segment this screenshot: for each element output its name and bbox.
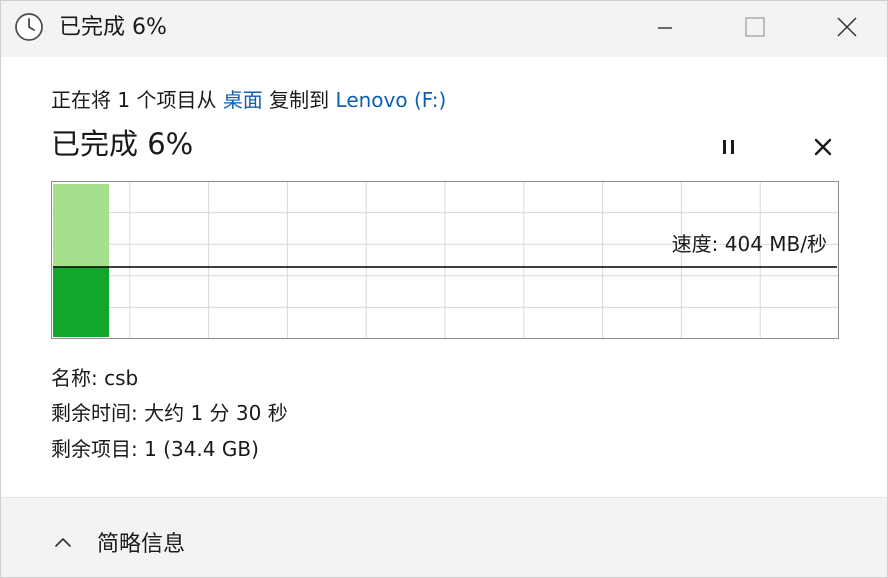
- clock-icon: [15, 13, 43, 41]
- copy-prefix: 正在将 1 个项目从: [51, 88, 217, 112]
- less-details-label: 简略信息: [97, 532, 186, 557]
- window-title: 已完成 6%: [59, 15, 167, 40]
- dialog-content: 正在将 1 个项目从 桌面 复制到 Lenovo (F:) 已完成 6% 速度:: [1, 57, 887, 497]
- copy-progress-dialog: 已完成 6% 正在将 1 个项目从 桌面 复制到 Lenovo (F:) 已完成…: [0, 0, 888, 578]
- minimize-button[interactable]: [621, 1, 711, 53]
- cancel-button[interactable]: [807, 131, 839, 163]
- destination-link[interactable]: Lenovo (F:): [336, 88, 447, 112]
- remaining-area: [53, 184, 110, 267]
- dialog-footer: 简略信息: [1, 497, 887, 577]
- maximize-button[interactable]: [711, 1, 801, 53]
- pause-button[interactable]: [713, 131, 745, 163]
- close-button[interactable]: [801, 1, 887, 53]
- speed-label: 速度: 404 MB/秒: [672, 232, 827, 256]
- file-name: 名称: csb: [51, 366, 139, 390]
- copy-description: 正在将 1 个项目从 桌面 复制到 Lenovo (F:): [51, 86, 446, 114]
- items-remaining: 剩余项目: 1 (34.4 GB): [51, 437, 259, 461]
- cancel-icon: [814, 138, 832, 156]
- completed-area: [53, 267, 110, 337]
- source-link[interactable]: 桌面: [223, 88, 263, 112]
- title-bar[interactable]: 已完成 6%: [1, 1, 887, 57]
- pause-icon: [723, 140, 734, 154]
- progress-title: 已完成 6%: [51, 127, 194, 161]
- less-details-toggle[interactable]: 简略信息: [53, 524, 185, 560]
- time-remaining: 剩余时间: 大约 1 分 30 秒: [51, 401, 288, 425]
- speed-graph: 速度: 404 MB/秒: [51, 181, 839, 339]
- copy-middle: 复制到: [269, 88, 330, 112]
- chevron-up-icon: [55, 538, 71, 547]
- minimize-icon: [658, 27, 672, 29]
- close-icon: [837, 17, 857, 37]
- maximize-icon: [745, 17, 765, 37]
